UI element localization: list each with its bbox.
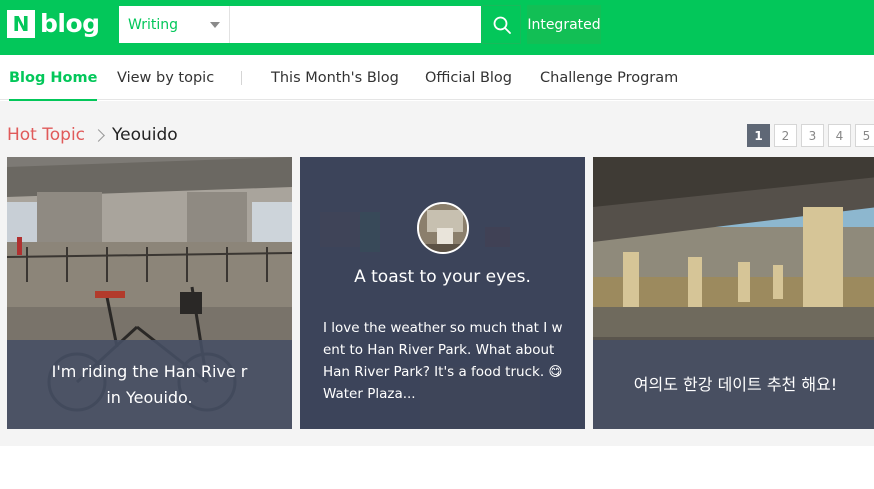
hot-topic-label[interactable]: Hot Topic [7,125,85,145]
integrated-search-button[interactable]: Integrated [527,5,601,44]
search-box: Writing [118,5,482,44]
card-snippet: I love the weather so much that I w ent … [323,320,563,402]
nav-label: This Month's Blog [271,70,399,86]
page-4[interactable]: 4 [828,124,851,147]
topic-card-1[interactable]: I'm riding the Han Rive r in Yeouido. [7,157,292,429]
header: N blog Writing Integrated [0,0,874,55]
chevron-right-icon [92,128,105,142]
author-avatar[interactable] [417,202,469,254]
nav-label: View by topic [117,70,215,86]
hot-topic-section: Hot Topic Yeouido 1 2 3 4 5 I'm riding t… [0,101,874,446]
caret-down-icon [210,22,220,28]
nav-this-months-blog[interactable]: This Month's Blog [271,55,399,100]
page-3[interactable]: 3 [801,124,824,147]
pagination: 1 2 3 4 5 [747,124,874,147]
nav-label: Official Blog [425,70,513,86]
nav-view-by-topic[interactable]: View by topic [117,55,214,100]
card-caption: 여의도 한강 데이트 추천 해요! [593,340,874,429]
nav-label: Blog Home [9,70,98,86]
search-input[interactable] [230,6,481,43]
page-2[interactable]: 2 [774,124,797,147]
page-5[interactable]: 5 [855,124,874,147]
card-caption: I'm riding the Han Rive r in Yeouido. [7,340,292,429]
search-button[interactable] [482,5,521,44]
search-scope-label: Writing [128,16,178,33]
logo-text: blog [40,9,100,38]
page-footer-strip [0,446,874,489]
naver-n-icon: N [7,10,35,38]
topic-card-2[interactable]: A toast to your eyes. I love the weather… [300,157,585,429]
topic-breadcrumb: Hot Topic Yeouido [7,123,178,147]
main-nav: Blog Home View by topic This Month's Blo… [0,55,874,101]
topic-card-3[interactable]: 여의도 한강 데이트 추천 해요! [593,157,874,429]
nav-label: Challenge Program [540,70,679,86]
page-1[interactable]: 1 [747,124,770,147]
naver-blog-logo[interactable]: N blog [7,10,100,38]
nav-divider [241,71,242,85]
nav-official-blog[interactable]: Official Blog [425,55,512,100]
card-title: A toast to your eyes. [354,267,531,287]
topic-name: Yeouido [112,125,178,145]
search-icon [493,16,511,34]
nav-challenge-program[interactable]: Challenge Program [540,55,678,100]
search-scope-dropdown[interactable]: Writing [119,6,230,43]
nav-blog-home[interactable]: Blog Home [9,55,98,101]
